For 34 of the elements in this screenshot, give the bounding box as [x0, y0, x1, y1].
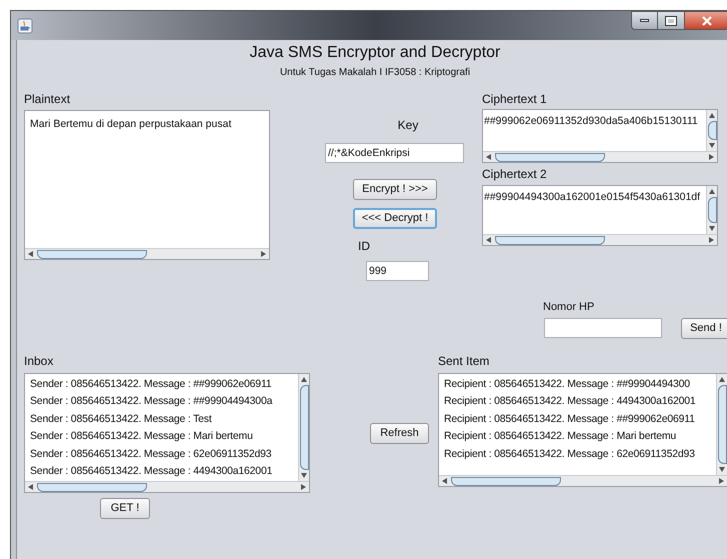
phone-number-label: Nomor HP [543, 300, 596, 315]
list-item[interactable]: Sender : 085646513422. Message : Mari bertemu [30, 429, 253, 446]
list-item[interactable]: Recipient : 085646513422. Message : ##99904494300 [444, 376, 690, 393]
list-item[interactable]: Recipient : 085646513422. Message : ##999062e06911 [444, 412, 695, 428]
inbox-label: Inbox [24, 353, 54, 369]
text-area-value: ##999062e06911352d930da5a406b15130111 [484, 115, 698, 127]
list-item[interactable]: Sender : 085646513422. Message : Test [30, 412, 212, 428]
list-item[interactable]: Sender : 085646513422. Message : 62e06911352d93 [30, 446, 272, 463]
plaintext-area[interactable]: Mari Bertemu di depan perpustakaan pusat [24, 110, 270, 260]
list-item[interactable]: Sender : 085646513422. Message : ##999062e06911 [30, 376, 272, 393]
key-field[interactable]: //;*&KodeEnkripsi [325, 143, 464, 163]
list-item[interactable]: Recipient : 085646513422. Message : 62e06911352d93 [444, 446, 695, 463]
app-title: Java SMS Encryptor and Decryptor [250, 43, 500, 63]
text-area-value: ##99904494300a162001e0154f5430a61301df [484, 191, 700, 203]
sent-item-label: Sent Item [438, 353, 490, 369]
refresh-button[interactable]: Refresh [370, 422, 429, 444]
id-label: ID [358, 238, 370, 255]
list-item[interactable]: Recipient : 085646513422. Message : 4494300a162001 [444, 394, 696, 410]
plaintext-label: Plaintext [24, 91, 72, 107]
ciphertext-1-label: Ciphertext 1 [482, 91, 548, 107]
app-subtitle: Untuk Tugas Makalah I IF3058 : Kriptografi [280, 66, 470, 80]
encrypt-button[interactable]: Encrypt ! >>> [353, 179, 437, 200]
list-item[interactable]: Recipient : 085646513422. Message : Mari bertemu [444, 429, 676, 446]
id-field[interactable]: 999 [366, 261, 429, 281]
send-button[interactable]: Send ! [681, 318, 727, 338]
list-item[interactable]: Sender : 085646513422. Message : 4494300a162001 [30, 464, 272, 480]
list-item[interactable]: Sender : 085646513422. Message : ##99904494300a [30, 394, 272, 410]
ciphertext-2-label: Ciphertext 2 [482, 166, 548, 182]
key-label: Key [398, 117, 418, 134]
plaintext-value: Mari Bertemu di depan perpustakaan pusat [30, 118, 232, 130]
text-area[interactable]: ##999062e06911352d930da5a406b15130111 [482, 109, 718, 163]
text-area[interactable]: ##99904494300a162001e0154f5430a61301df [482, 185, 718, 246]
get-button[interactable]: GET ! [100, 498, 150, 519]
decrypt-button[interactable]: <<< Decrypt ! [353, 208, 437, 229]
